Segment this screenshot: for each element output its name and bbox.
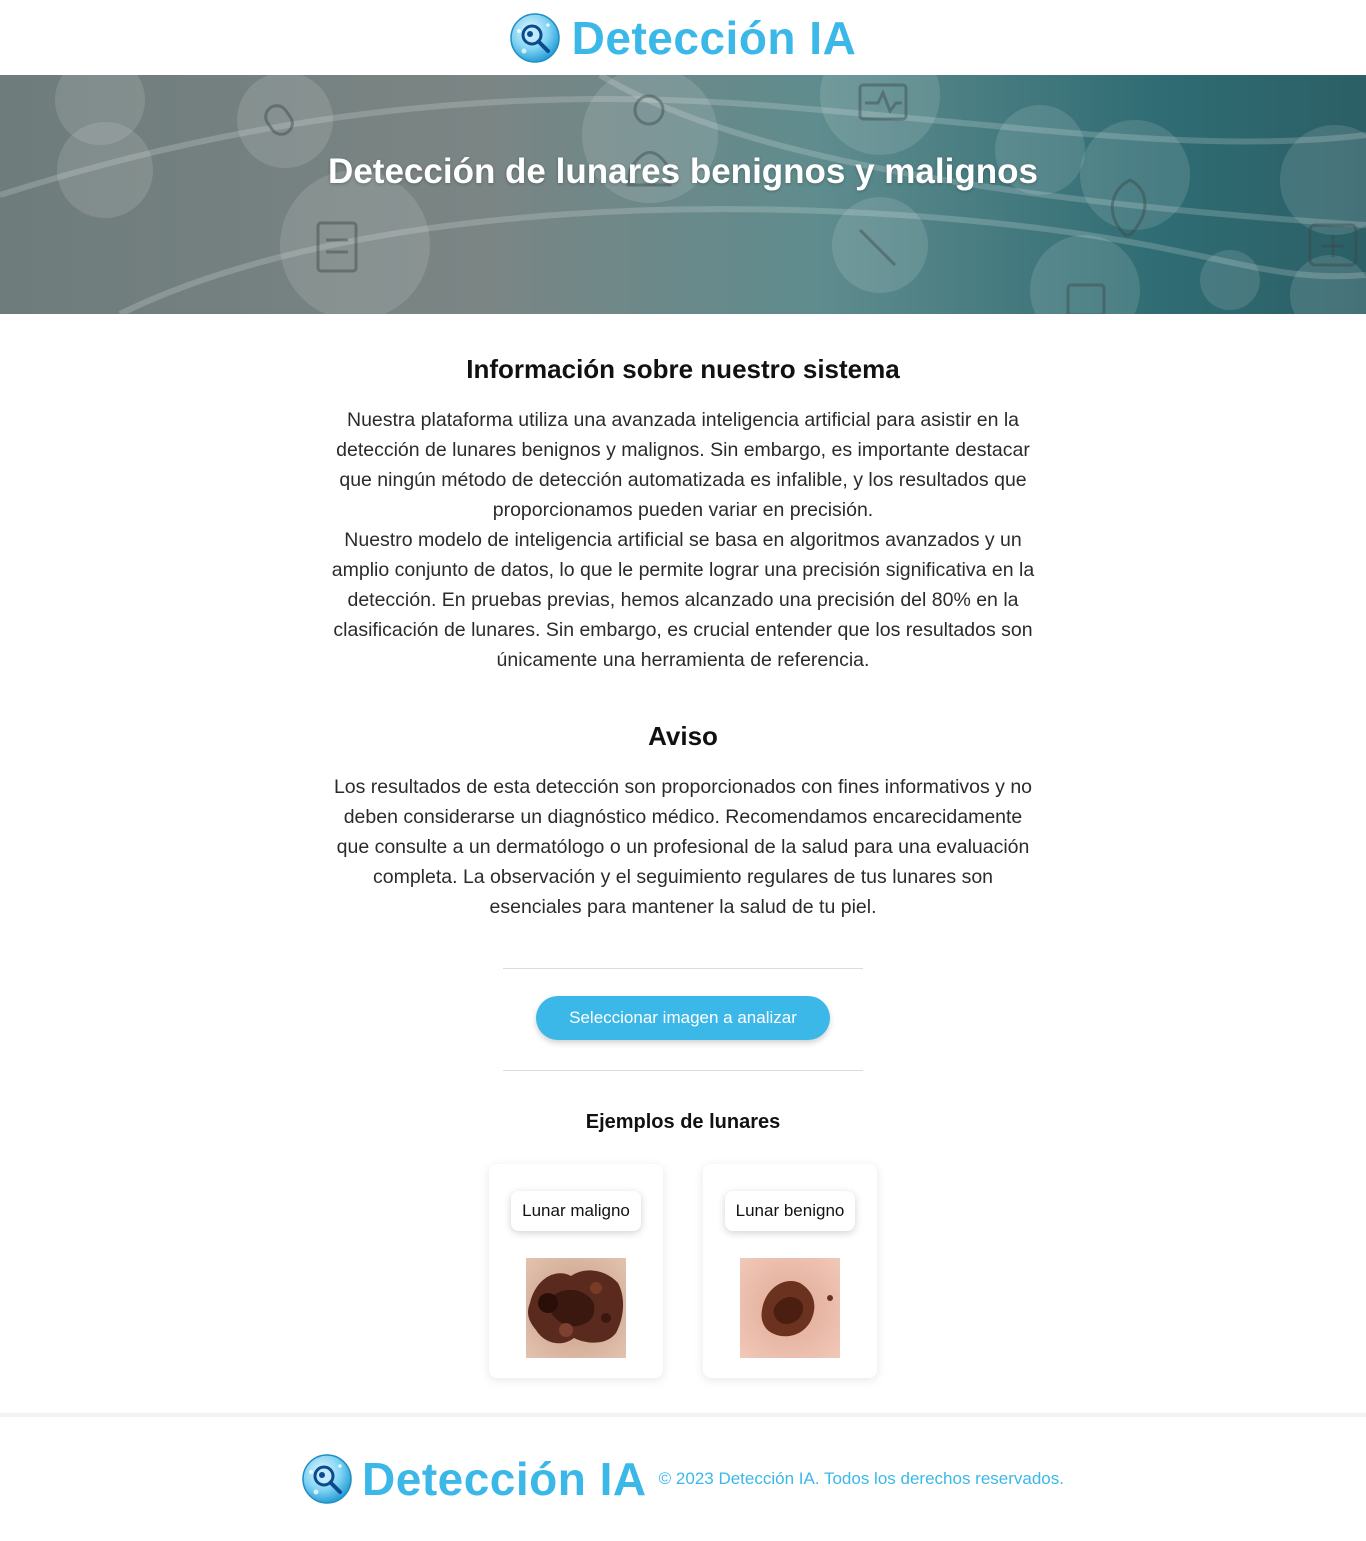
- main-content: Información sobre nuestro sistema Nuestr…: [328, 354, 1038, 922]
- footer-brand-title: Detección IA: [362, 1453, 647, 1505]
- benign-mole-label: Lunar benigno: [724, 1191, 856, 1231]
- hero-banner: Detección de lunares benignos y malignos: [0, 75, 1366, 314]
- benign-mole-photo: [740, 1258, 840, 1358]
- footer-copyright: © 2023 Detección IA. Todos los derechos …: [658, 1469, 1064, 1488]
- medical-network-background: [0, 75, 1366, 314]
- malignant-mole-label: Lunar maligno: [511, 1191, 641, 1231]
- examples-section: Ejemplos de lunares Lunar maligno Lunar …: [0, 1111, 1366, 1378]
- notice-paragraph: Los resultados de esta detección son pro…: [333, 776, 1033, 918]
- info-paragraph-1: Nuestra plataforma utiliza una avanzada …: [336, 409, 1030, 521]
- brand-title[interactable]: Detección IA: [572, 11, 857, 65]
- example-card-benign: Lunar benigno: [703, 1164, 877, 1378]
- magnifier-cell-icon: [302, 1454, 352, 1504]
- divider: [503, 1070, 863, 1071]
- example-card-malignant: Lunar maligno: [489, 1164, 663, 1378]
- info-paragraph-2: Nuestro modelo de inteligencia artificia…: [331, 529, 1035, 671]
- malignant-mole-photo: [526, 1258, 626, 1358]
- hero-title: Detección de lunares benignos y malignos: [328, 152, 1038, 191]
- magnifier-cell-icon[interactable]: [509, 12, 560, 63]
- site-footer: Detección IA © 2023 Detección IA. Todos …: [0, 1413, 1366, 1541]
- site-header: Detección IA: [0, 0, 1366, 75]
- info-title: Información sobre nuestro sistema: [466, 354, 900, 384]
- select-image-button[interactable]: Seleccionar imagen a analizar: [536, 996, 830, 1040]
- notice-title: Aviso: [648, 721, 718, 751]
- examples-title: Ejemplos de lunares: [585, 1111, 781, 1133]
